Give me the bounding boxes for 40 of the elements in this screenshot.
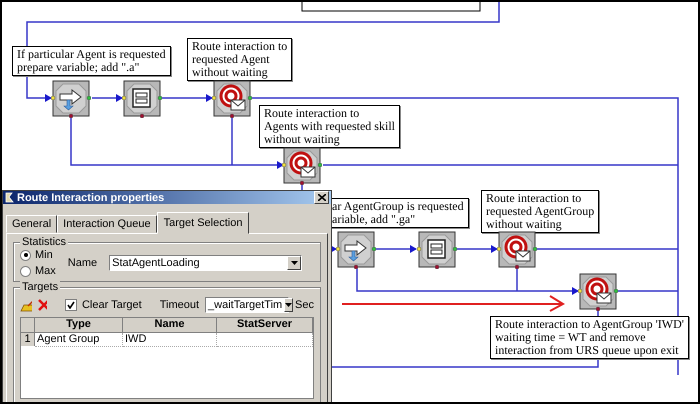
close-icon <box>318 194 326 201</box>
route-node <box>212 80 252 118</box>
radio-button[interactable]: Max <box>20 265 56 277</box>
route-node <box>497 232 537 269</box>
dialog-title: Route Interaction properties <box>17 192 166 204</box>
close-button[interactable] <box>314 191 329 204</box>
delete-icon[interactable] <box>38 299 47 311</box>
route-node <box>578 274 618 311</box>
radio-button[interactable]: Min <box>20 249 56 261</box>
note-label: If particular Agent is requested prepare variable; add ".a" <box>12 46 171 76</box>
branch-node <box>51 80 91 118</box>
branch-node <box>336 232 376 269</box>
tab[interactable]: Target Selection <box>156 212 250 234</box>
table-cell: IWD <box>123 333 217 347</box>
field-label: Timeout <box>160 299 200 311</box>
column-header: StatServer <box>217 318 313 333</box>
note-label: Route interaction to requested Agent without waiting <box>187 38 292 81</box>
new-item-icon[interactable] <box>20 298 32 312</box>
route-node <box>282 148 322 185</box>
group-label: Statistics <box>20 236 68 248</box>
caret-icon <box>290 261 298 265</box>
list-node <box>417 232 457 269</box>
note-label: Route interaction to requested AgentGroup without waiting <box>481 190 600 233</box>
tab[interactable]: General <box>6 215 58 233</box>
column-header: Type <box>35 318 123 333</box>
note-label: Route interaction to Agents with requested skill without waiting <box>259 105 400 148</box>
field-label: Name <box>68 257 98 269</box>
row-number: 1 <box>21 333 35 346</box>
window-icon <box>5 192 14 203</box>
column-header: Name <box>123 318 217 333</box>
tab[interactable]: Interaction Queue <box>57 215 157 233</box>
list-node <box>122 80 162 118</box>
group-label: Targets <box>20 281 60 293</box>
check-mark-icon <box>66 301 75 309</box>
dropdown-field[interactable]: StatAgentLoading <box>109 255 302 271</box>
checkbox[interactable]: Clear Target <box>64 299 142 311</box>
caret-icon <box>285 303 292 307</box>
table-cell: Agent Group <box>35 333 123 347</box>
unit-label: Sec <box>295 299 314 311</box>
note-label: Route interaction to AgentGroup 'IWD' waiting time = WT and remove interaction from URS queue upon exit <box>490 316 689 359</box>
